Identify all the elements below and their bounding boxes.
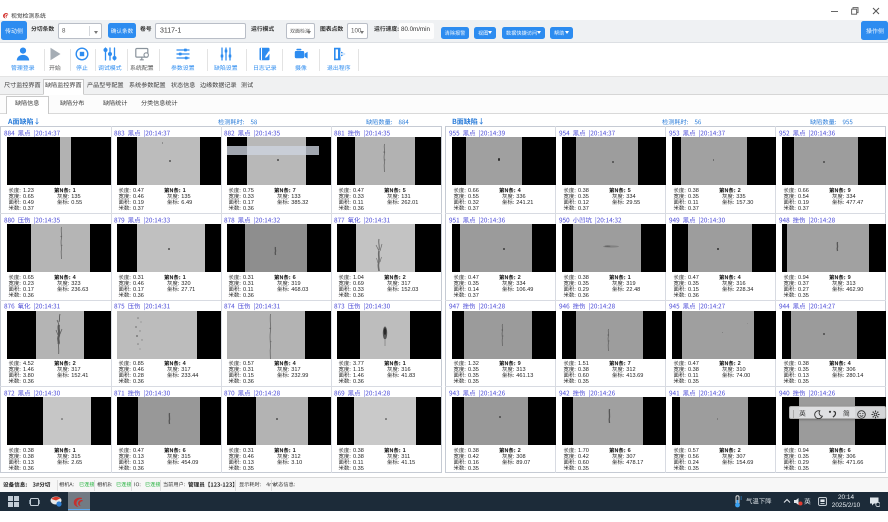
svg-text:0.37: 0.37	[798, 206, 809, 212]
svg-text:0.35: 0.35	[798, 379, 809, 385]
svg-text:154.69: 154.69	[736, 460, 753, 466]
svg-text:280.14: 280.14	[846, 373, 863, 379]
svg-text:29.55: 29.55	[626, 200, 640, 206]
svg-text:22.48: 22.48	[626, 287, 640, 293]
svg-text:0.35: 0.35	[798, 292, 809, 298]
svg-text:454.09: 454.09	[181, 460, 198, 466]
svg-text:385.32: 385.32	[291, 200, 308, 206]
svg-text:0.35: 0.35	[468, 379, 479, 385]
svg-text:0.36: 0.36	[243, 379, 254, 385]
svg-text:0.35: 0.35	[468, 466, 479, 472]
svg-text:0.36: 0.36	[578, 292, 589, 298]
svg-text:0.36: 0.36	[243, 206, 254, 212]
svg-text:241.21: 241.21	[516, 200, 533, 206]
svg-text:461.13: 461.13	[516, 373, 533, 379]
svg-text:0.35: 0.35	[688, 466, 699, 472]
svg-text:0.35: 0.35	[243, 466, 254, 472]
svg-text:41.15: 41.15	[401, 460, 415, 466]
svg-text:0.37: 0.37	[578, 206, 589, 212]
svg-text:236.63: 236.63	[71, 287, 88, 293]
svg-text:0.36: 0.36	[23, 379, 34, 385]
svg-text:6.49: 6.49	[181, 200, 192, 206]
svg-text:0.36: 0.36	[243, 292, 254, 298]
svg-text:0.37: 0.37	[468, 292, 479, 298]
svg-text:3.10: 3.10	[291, 460, 302, 466]
svg-text:0.36: 0.36	[133, 292, 144, 298]
svg-text:0.36: 0.36	[23, 466, 34, 472]
svg-text:0.36: 0.36	[353, 292, 364, 298]
svg-text:152.03: 152.03	[401, 287, 418, 293]
svg-text:462.90: 462.90	[846, 287, 863, 293]
svg-text:0.55: 0.55	[71, 200, 82, 206]
svg-text:0.35: 0.35	[578, 379, 589, 385]
svg-text:0.36: 0.36	[353, 206, 364, 212]
svg-text:0.36: 0.36	[133, 379, 144, 385]
svg-text:0.35: 0.35	[688, 379, 699, 385]
svg-text:2.65: 2.65	[71, 460, 82, 466]
svg-text:0.37: 0.37	[468, 206, 479, 212]
svg-text:27.71: 27.71	[181, 287, 195, 293]
svg-text:0.36: 0.36	[688, 292, 699, 298]
svg-text:0.36: 0.36	[353, 379, 364, 385]
svg-text:232.99: 232.99	[291, 373, 308, 379]
svg-text:41.83: 41.83	[401, 373, 415, 379]
svg-text:0.37: 0.37	[133, 206, 144, 212]
svg-text:89.07: 89.07	[516, 460, 530, 466]
svg-text:74.00: 74.00	[736, 373, 750, 379]
svg-text:478.17: 478.17	[626, 460, 643, 466]
svg-text:0.35: 0.35	[353, 466, 364, 472]
svg-text:477.47: 477.47	[846, 200, 863, 206]
svg-text:0.35: 0.35	[798, 466, 809, 472]
svg-text:106.49: 106.49	[516, 287, 533, 293]
svg-text:152.41: 152.41	[71, 373, 88, 379]
svg-text:413.69: 413.69	[626, 373, 643, 379]
svg-text:157.30: 157.30	[736, 200, 753, 206]
svg-text:233.44: 233.44	[181, 373, 198, 379]
svg-text:0.36: 0.36	[23, 292, 34, 298]
svg-text:0.36: 0.36	[133, 466, 144, 472]
svg-text:0.37: 0.37	[23, 206, 34, 212]
svg-text:471.66: 471.66	[846, 460, 863, 466]
svg-text:228.34: 228.34	[736, 287, 753, 293]
svg-text:0.35: 0.35	[578, 466, 589, 472]
svg-text:262.01: 262.01	[401, 200, 418, 206]
svg-text:468.03: 468.03	[291, 287, 308, 293]
svg-text:0.37: 0.37	[688, 206, 699, 212]
